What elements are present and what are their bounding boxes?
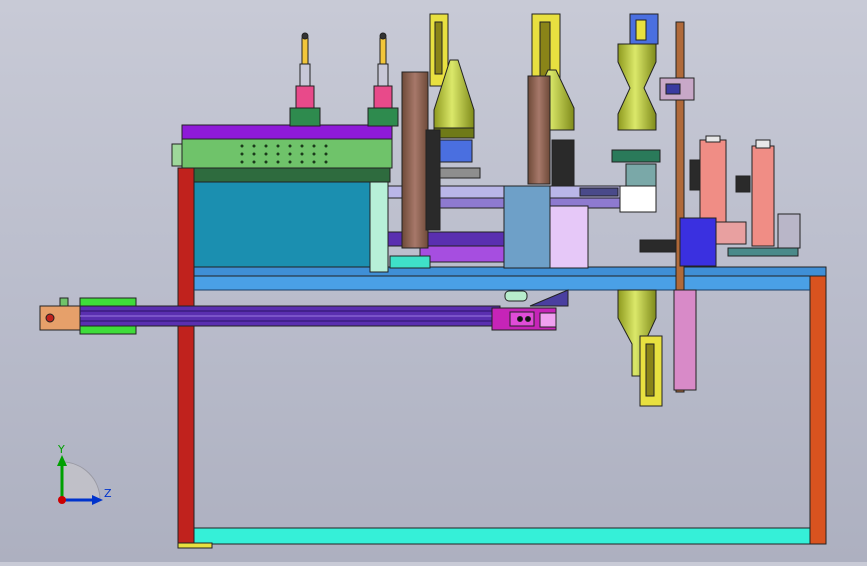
post-1 [401, 71, 429, 249]
green-cover-plate [181, 137, 393, 169]
teal-box [193, 181, 371, 268]
frame-bottom-rail [193, 527, 811, 545]
axis-y-label: Y [57, 443, 65, 456]
left-housing [171, 32, 399, 273]
frame-foot-pad [177, 542, 213, 549]
right-feed-columns [639, 135, 801, 267]
slider-block [503, 185, 551, 269]
machine-drawing: Y Z [39, 13, 827, 549]
frame-left-leg [177, 167, 195, 545]
frame-right-leg [809, 275, 827, 545]
push-cylinder-assembly [39, 289, 569, 335]
coordinate-triad: Y Z [57, 443, 112, 505]
axis-z-label: Z [104, 487, 112, 500]
table-front-beam [193, 275, 811, 291]
ultrasonic-horn-2 [527, 13, 575, 187]
cad-viewport[interactable]: Y Z [0, 0, 867, 562]
bracket-triangle [529, 289, 569, 307]
pneumatic-fitting-left [295, 32, 315, 109]
pneumatic-fitting-right [373, 32, 393, 109]
post-2 [527, 75, 551, 185]
ultrasonic-horn-1 [401, 13, 481, 249]
purple-top-plate [181, 124, 393, 140]
